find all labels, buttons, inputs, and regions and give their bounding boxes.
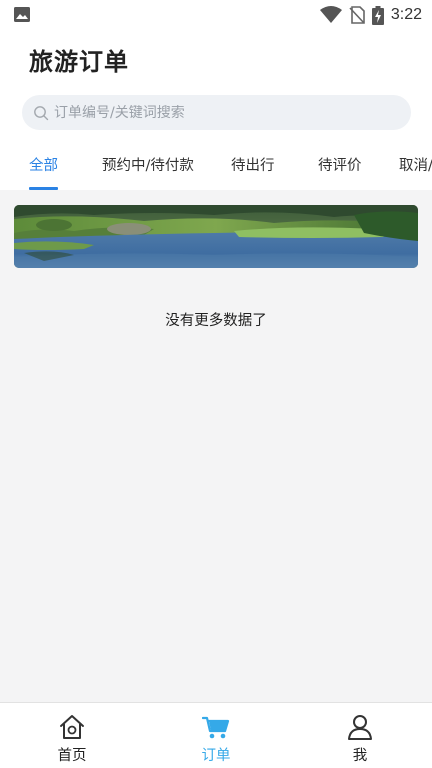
nav-me[interactable]: 我 (288, 703, 432, 768)
nav-orders-label: 订单 (201, 748, 231, 764)
user-icon (348, 715, 372, 740)
status-time: 3:22 (390, 6, 422, 23)
order-tabs: 全部 预约中/待付款 待出行 待评价 取消/ (0, 148, 432, 190)
page-title: 旅游订单 (29, 48, 129, 76)
tab-to-travel[interactable]: 待出行 (231, 154, 275, 175)
search-icon (34, 105, 49, 120)
tab-all[interactable]: 全部 (29, 154, 58, 175)
search-bar[interactable] (22, 95, 411, 130)
banner-image[interactable] (14, 205, 418, 268)
tab-cancelled[interactable]: 取消/ (399, 154, 432, 175)
nav-orders[interactable]: 订单 (144, 703, 288, 768)
status-bar: 3:22 (0, 0, 432, 30)
no-sim-icon (349, 6, 365, 24)
header: 旅游订单 全部 预约中/待付款 待出行 待评价 取消/ (0, 30, 432, 190)
screen: 3:22 旅游订单 全部 预约中/待付款 待出行 待评价 取消/ (0, 0, 432, 768)
nav-me-label: 我 (352, 748, 368, 764)
battery-charging-icon (371, 5, 384, 25)
gallery-icon (14, 7, 30, 22)
home-icon (60, 715, 84, 739)
bottom-nav: 首页 订单 我 (0, 702, 432, 768)
nav-home[interactable]: 首页 (0, 703, 144, 768)
nav-home-label: 首页 (57, 748, 87, 764)
lake-landscape-banner (14, 205, 418, 268)
cart-icon (202, 716, 230, 739)
wifi-icon (319, 6, 342, 23)
search-input[interactable] (54, 104, 384, 121)
no-more-data-text: 没有更多数据了 (165, 313, 267, 329)
tab-booking-pending-payment[interactable]: 预约中/待付款 (102, 154, 194, 175)
tab-to-review[interactable]: 待评价 (318, 154, 362, 175)
tab-active-indicator (29, 187, 58, 190)
